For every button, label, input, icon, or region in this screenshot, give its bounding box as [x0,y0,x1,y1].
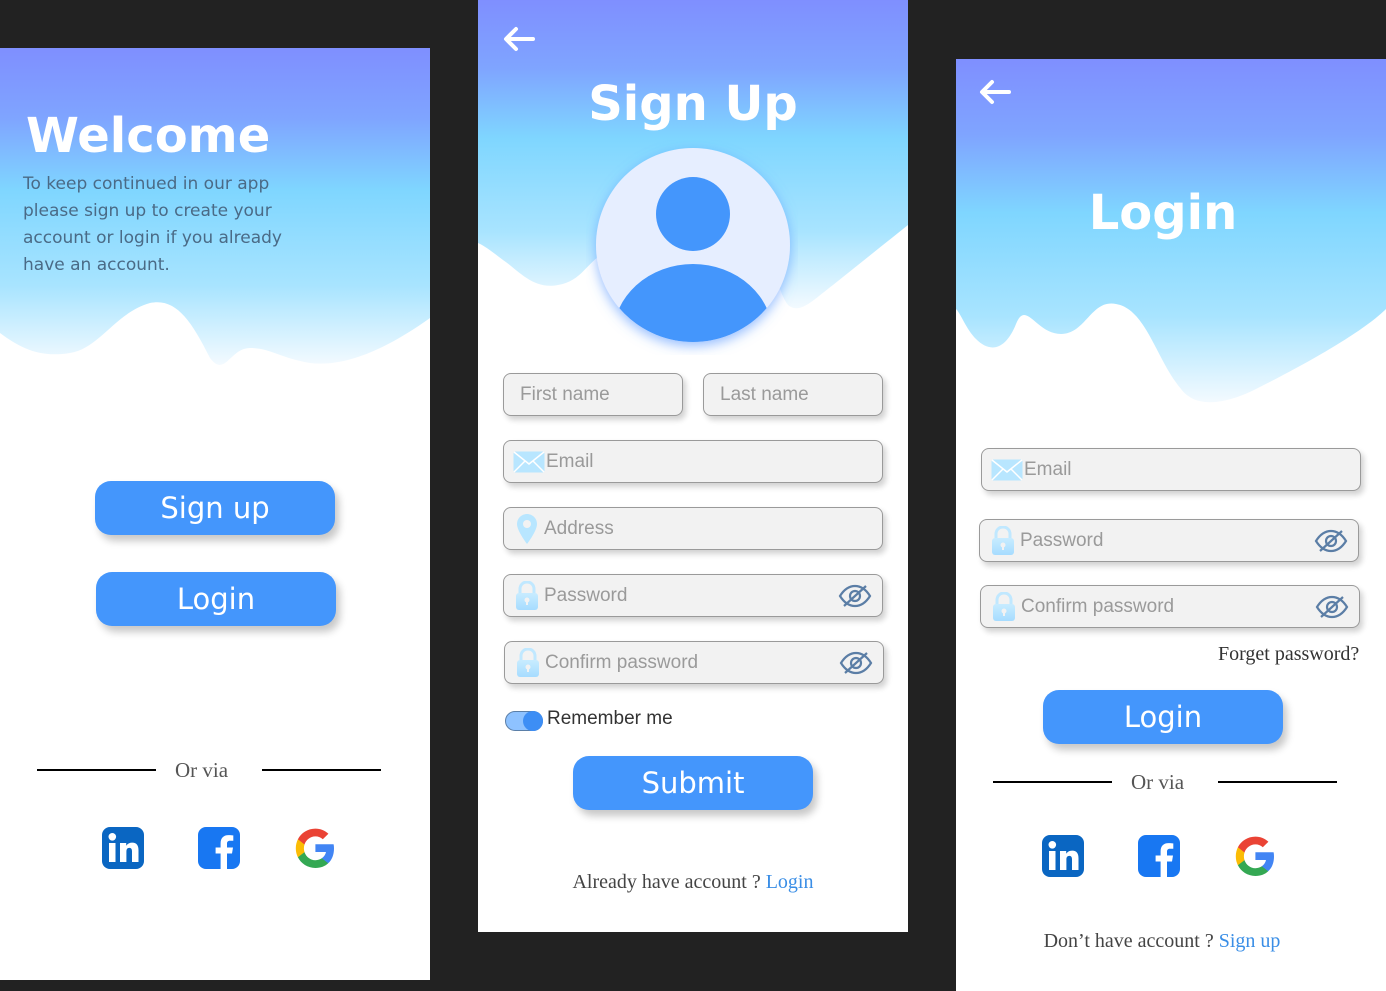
or-via-label: Or via [175,758,229,782]
confirm-password-input[interactable] [545,642,839,683]
email-field[interactable] [503,440,883,483]
google-icon[interactable] [294,827,336,869]
login-prompt-text: Already have account ? [572,871,761,893]
lock-icon [986,525,1020,556]
mail-icon [512,447,546,477]
confirm-password-field[interactable] [504,641,884,684]
remember-me-label: Remember me [547,708,673,729]
divider-left [993,781,1112,783]
password-field[interactable] [979,519,1359,562]
login-screen: Login Forget password? Login Or via [956,59,1386,991]
page-title: Sign Up [588,76,798,132]
lock-icon [987,591,1021,622]
signup-prompt-text: Don’t have account ? [1043,930,1214,952]
avatar-icon[interactable] [586,140,798,355]
password-field[interactable] [503,574,883,617]
page-title: Welcome [26,108,271,164]
confirm-password-field[interactable] [980,585,1360,628]
divider-right [1218,781,1337,783]
back-arrow-icon[interactable] [978,79,1012,105]
address-field[interactable] [503,507,883,550]
email-input[interactable] [546,441,882,482]
password-input[interactable] [544,575,838,616]
eye-slash-icon[interactable] [839,650,873,676]
signup-screen: Sign Up First name Last name Email Addre… [478,0,908,932]
sign-up-button[interactable]: Sign up [95,481,335,535]
eye-slash-icon[interactable] [1314,528,1348,554]
last-name-input[interactable] [720,374,908,415]
submit-button[interactable]: Submit [573,756,813,810]
lock-icon [511,647,545,678]
last-name-field[interactable] [703,373,908,416]
facebook-icon[interactable] [1138,835,1180,877]
email-input[interactable] [1024,449,1360,490]
divider-right [262,769,381,771]
google-icon[interactable] [1234,835,1276,877]
welcome-description: To keep continued in our app please sign… [23,174,282,275]
toggle-knob [523,711,543,731]
welcome-screen: Welcome To keep continued in our app ple… [0,48,430,980]
linkedin-icon[interactable] [102,827,144,869]
first-name-field[interactable] [503,373,765,416]
mail-icon [990,455,1024,485]
password-input[interactable] [1020,520,1314,561]
login-button[interactable]: Login [96,572,336,626]
facebook-icon[interactable] [198,827,240,869]
email-field[interactable] [981,448,1361,491]
login-button[interactable]: Login [1043,690,1283,744]
confirm-password-input[interactable] [1021,586,1315,627]
signup-prompt: Don’t have account ? Sign up [956,930,1368,953]
eye-slash-icon[interactable] [1315,594,1349,620]
login-link[interactable]: Login [766,871,814,893]
linkedin-icon[interactable] [1042,835,1084,877]
login-prompt: Already have account ? Login [478,871,908,894]
location-pin-icon [510,513,544,544]
page-title: Login [1088,185,1238,241]
remember-me-toggle[interactable] [505,711,543,731]
lock-icon [510,580,544,611]
divider-left [37,769,156,771]
eye-slash-icon[interactable] [838,583,872,609]
sign-up-link[interactable]: Sign up [1219,930,1281,952]
back-arrow-icon[interactable] [502,26,536,52]
forget-password-link[interactable]: Forget password? [1218,643,1359,666]
or-via-label: Or via [1131,770,1185,794]
address-input[interactable] [544,508,882,549]
